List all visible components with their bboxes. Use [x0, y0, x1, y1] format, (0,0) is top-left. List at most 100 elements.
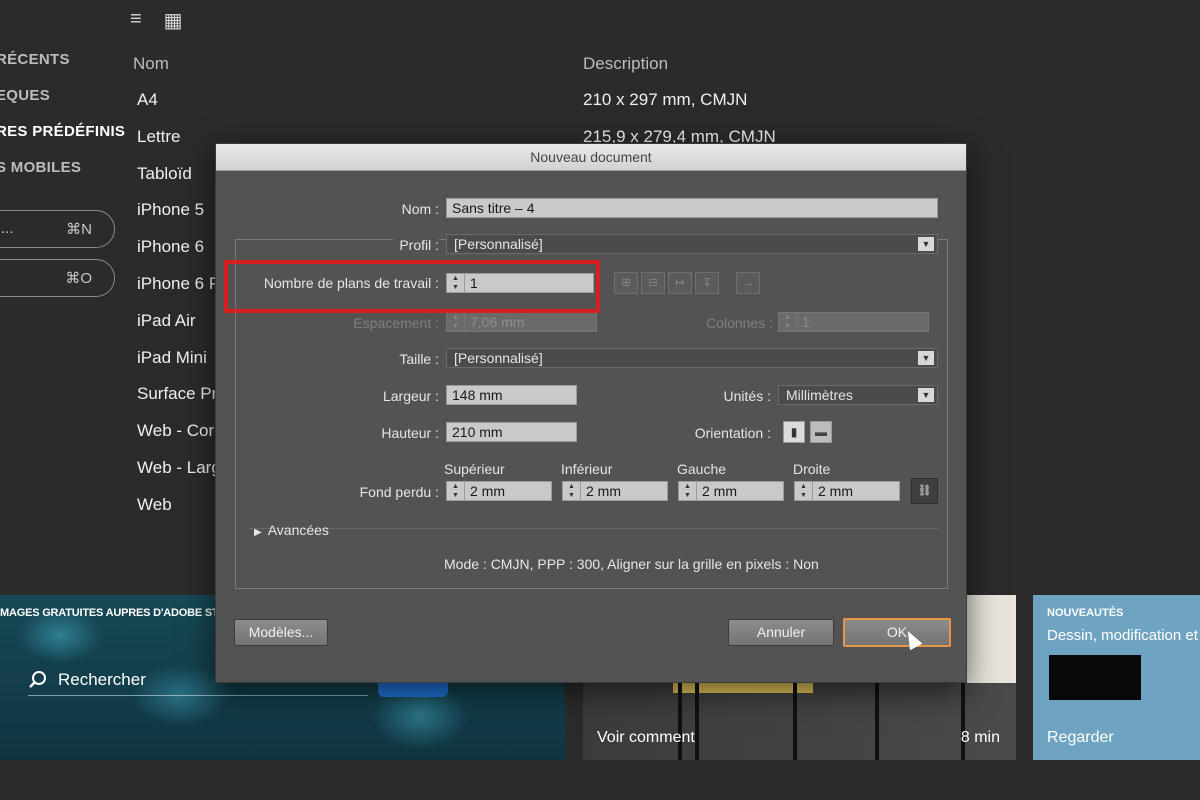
units-dropdown[interactable]: Millimètres ▼ [778, 385, 938, 405]
preset-web-large[interactable]: Web - Larg [137, 458, 221, 495]
columns-field: 1 [796, 312, 929, 332]
grid-view-icon[interactable]: ▦ [164, 8, 183, 33]
stock-tag: MAGES GRATUITES AUPRES D'ADOBE STOCK [0, 607, 243, 619]
grid-by-column-icon[interactable]: ⊟ [641, 272, 665, 294]
preset-iphone5[interactable]: iPhone 5 [137, 200, 221, 237]
left-nav: RÉCENTS EQUES RES PRÉDÉFINIS S MOBILES [0, 50, 125, 194]
portrait-icon[interactable]: ▮ [783, 421, 805, 443]
orientation-label: Orientation : [694, 425, 771, 441]
open-shortcut: ⌘O [65, 270, 92, 287]
new-label: ... [1, 220, 14, 237]
tutorial-cta[interactable]: Voir comment [597, 729, 695, 747]
preset-web-common[interactable]: Web - Cor [137, 421, 221, 458]
bleed-left-field[interactable]: 2 mm [696, 481, 784, 501]
size-dropdown[interactable]: [Personnalisé] ▼ [446, 348, 938, 368]
bleed-bottom-label: Inférieur [561, 461, 613, 477]
preset-letter[interactable]: Lettre [137, 127, 221, 164]
columns-stepper: ▲ ▼ [778, 312, 796, 332]
preset-surface[interactable]: Surface Pr [137, 384, 221, 421]
preset-iphone6[interactable]: iPhone 6 [137, 237, 221, 274]
preset-ipad-mini[interactable]: iPad Mini [137, 348, 221, 385]
spacing-label: Espacement : [353, 315, 439, 331]
document-summary: Mode : CMJN, PPP : 300, Aligner sur la g… [444, 556, 819, 572]
spacing-stepper: ▲ ▼ [446, 312, 464, 332]
search-label: Rechercher [58, 670, 146, 689]
artboards-highlight [224, 260, 600, 313]
search-underline [28, 695, 368, 696]
nav-item-libraries[interactable]: EQUES [0, 86, 125, 122]
preset-web[interactable]: Web [137, 495, 221, 532]
news-cta[interactable]: Regarder [1047, 729, 1114, 747]
arrange-by-column-icon[interactable]: ↧ [695, 272, 719, 294]
width-label: Largeur : [382, 388, 439, 404]
tutorial-duration: 8 min [960, 729, 1000, 746]
new-document-button[interactable]: ... ⌘N [0, 210, 115, 248]
new-shortcut: ⌘N [66, 221, 92, 238]
news-title: Dessin, modification et [1047, 627, 1198, 644]
arrange-by-row-icon[interactable]: ↦ [668, 272, 692, 294]
profile-value: [Personnalisé] [454, 236, 543, 252]
size-value: [Personnalisé] [454, 350, 543, 366]
layout-direction-icon[interactable]: → [736, 272, 760, 294]
advanced-label: Avancées [267, 522, 329, 538]
tutorial-image-stripe [673, 683, 813, 693]
bleed-bottom-field[interactable]: 2 mm [580, 481, 668, 501]
ok-button[interactable]: OK [843, 618, 951, 647]
preset-a4[interactable]: A4 [137, 90, 221, 127]
templates-button[interactable]: Modèles... [234, 619, 328, 646]
stock-search[interactable]: Rechercher [28, 670, 146, 690]
nav-item-presets[interactable]: RES PRÉDÉFINIS [0, 122, 125, 158]
preset-ipad-air[interactable]: iPad Air [137, 311, 221, 348]
bleed-left-stepper[interactable]: ▲ ▼ [678, 481, 696, 501]
grid-by-row-icon[interactable]: ⊞ [614, 272, 638, 294]
units-label: Unités : [723, 388, 771, 404]
column-header-name[interactable]: Nom [133, 54, 169, 74]
search-button[interactable] [378, 683, 448, 697]
search-icon [29, 671, 46, 688]
size-label: Taille : [399, 351, 439, 367]
tutorial-image [583, 683, 1016, 760]
cancel-button[interactable]: Annuler [728, 619, 834, 646]
preset-description: 210 x 297 mm, CMJN [583, 90, 748, 109]
new-document-dialog: Nouveau document Nom : Sans titre – 4 Pr… [215, 143, 967, 683]
profile-label: Profil : [393, 237, 439, 253]
nav-item-mobile[interactable]: S MOBILES [0, 158, 125, 194]
preset-iphone6plus[interactable]: iPhone 6 P [137, 274, 221, 311]
preset-tabloid[interactable]: Tabloïd [137, 164, 221, 201]
advanced-toggle[interactable]: ▶ Avancées [254, 522, 329, 538]
view-toggle: ≡ ▦ [130, 8, 183, 33]
link-icon[interactable]: ⛓ [911, 478, 938, 504]
bleed-top-stepper[interactable]: ▲ ▼ [446, 481, 464, 501]
bleed-right-field[interactable]: 2 mm [812, 481, 900, 501]
column-header-description[interactable]: Description [583, 54, 668, 74]
document-name-field[interactable]: Sans titre – 4 [446, 198, 938, 218]
landscape-icon[interactable]: ▬ [810, 421, 832, 443]
chevron-down-icon: ▼ [918, 237, 934, 251]
dialog-title: Nouveau document [216, 144, 966, 171]
profile-dropdown[interactable]: [Personnalisé] ▼ [446, 234, 938, 254]
chevron-down-icon: ▼ [918, 351, 934, 365]
bleed-right-stepper[interactable]: ▲ ▼ [794, 481, 812, 501]
height-label: Hauteur : [381, 425, 439, 441]
preset-list: A4 Lettre Tabloïd iPhone 5 iPhone 6 iPho… [137, 90, 221, 532]
open-button[interactable]: ⌘O [0, 259, 115, 297]
columns-label: Colonnes : [706, 315, 773, 331]
news-tag: NOUVEAUTÉS [1047, 607, 1124, 619]
divider [249, 528, 939, 529]
name-label: Nom : [401, 201, 439, 217]
nav-item-recents[interactable]: RÉCENTS [0, 50, 125, 86]
height-field[interactable]: 210 mm [446, 422, 577, 442]
bleed-top-label: Supérieur [444, 461, 505, 477]
bleed-label: Fond perdu : [359, 484, 439, 500]
bleed-top-field[interactable]: 2 mm [464, 481, 552, 501]
chevron-down-icon: ▼ [918, 388, 934, 402]
bleed-right-label: Droite [793, 461, 831, 477]
news-card[interactable]: NOUVEAUTÉS Dessin, modification et Regar… [1033, 595, 1200, 760]
bleed-left-label: Gauche [677, 461, 727, 477]
news-image [1049, 655, 1141, 700]
units-value: Millimètres [786, 387, 853, 403]
bleed-bottom-stepper[interactable]: ▲ ▼ [562, 481, 580, 501]
list-view-icon[interactable]: ≡ [130, 8, 142, 33]
spacing-field: 7,06 mm [464, 312, 597, 332]
width-field[interactable]: 148 mm [446, 385, 577, 405]
